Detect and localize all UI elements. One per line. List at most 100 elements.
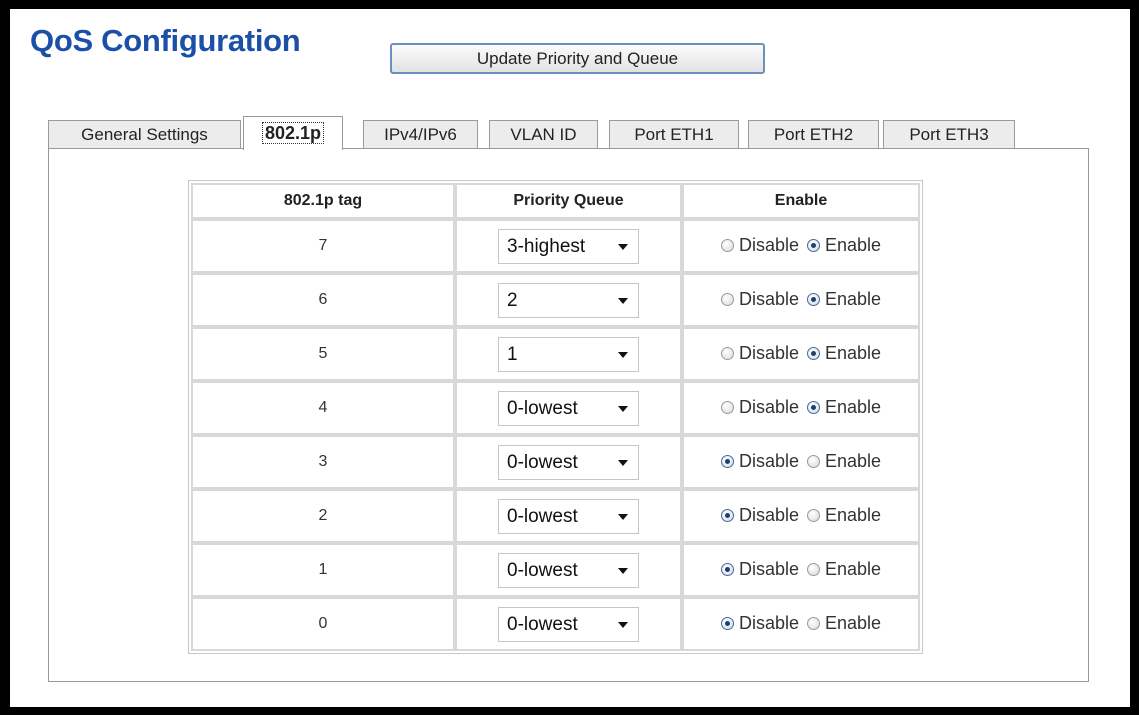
enable-radio[interactable] (806, 293, 820, 306)
enable-radio[interactable] (806, 347, 820, 360)
queue-cell: 3-highest (455, 219, 682, 273)
header-802-1p-tag: 802.1p tag (191, 183, 455, 219)
tag-cell: 5 (191, 327, 455, 381)
enable-cell: Disable Enable (682, 489, 920, 543)
header-priority-queue: Priority Queue (455, 183, 682, 219)
priority-queue-select[interactable]: 2 (498, 282, 639, 318)
disable-label: Disable (738, 235, 799, 255)
disable-label: Disable (738, 289, 799, 309)
priority-queue-select[interactable]: 0-lowest (498, 606, 639, 642)
disable-radio[interactable] (720, 617, 734, 630)
table-row: 7 3-highest Disable Enable (191, 219, 920, 273)
disable-label: Disable (738, 397, 799, 417)
enable-radio[interactable] (806, 455, 820, 468)
tab-label: Port ETH3 (909, 125, 989, 144)
enable-radio[interactable] (806, 239, 820, 252)
select-value: 0-lowest (507, 559, 578, 581)
enable-cell: Disable Enable (682, 327, 920, 381)
tab-label: IPv4/IPv6 (384, 125, 457, 144)
priority-queue-select[interactable]: 1 (498, 336, 639, 372)
disable-radio[interactable] (720, 239, 734, 252)
enable-label: Enable (824, 451, 882, 471)
enable-cell: Disable Enable (682, 543, 920, 597)
tag-cell: 0 (191, 597, 455, 651)
queue-cell: 0-lowest (455, 381, 682, 435)
disable-radio[interactable] (720, 347, 734, 360)
dropdown-arrow-icon (618, 243, 628, 250)
enable-radio[interactable] (806, 617, 820, 630)
tab-label: Port ETH2 (773, 125, 854, 144)
tab-label: VLAN ID (510, 125, 577, 144)
priority-queue-select[interactable]: 0-lowest (498, 552, 639, 588)
table-row: 1 0-lowest Disable Enable (191, 543, 920, 597)
table-row: 2 0-lowest Disable Enable (191, 489, 920, 543)
tab-vlan-id[interactable]: VLAN ID (489, 120, 598, 149)
disable-radio[interactable] (720, 293, 734, 306)
tab-general-settings[interactable]: General Settings (48, 120, 241, 149)
tag-cell: 7 (191, 219, 455, 273)
disable-radio[interactable] (720, 563, 734, 576)
dropdown-arrow-icon (618, 297, 628, 304)
dropdown-arrow-icon (618, 405, 628, 412)
disable-radio[interactable] (720, 401, 734, 414)
tab-port-eth3[interactable]: Port ETH3 (883, 120, 1015, 149)
disable-label: Disable (738, 505, 799, 525)
tag-cell: 6 (191, 273, 455, 327)
tag-cell: 2 (191, 489, 455, 543)
update-priority-queue-button[interactable]: Update Priority and Queue (390, 43, 765, 74)
queue-cell: 0-lowest (455, 435, 682, 489)
priority-queue-select[interactable]: 0-lowest (498, 444, 639, 480)
table-row: 4 0-lowest Disable Enable (191, 381, 920, 435)
dropdown-arrow-icon (618, 567, 628, 574)
priority-queue-select[interactable]: 0-lowest (498, 390, 639, 426)
disable-radio[interactable] (720, 509, 734, 522)
enable-label: Enable (824, 235, 882, 255)
queue-cell: 1 (455, 327, 682, 381)
queue-cell: 0-lowest (455, 597, 682, 651)
priority-queue-select[interactable]: 3-highest (498, 228, 639, 264)
tag-cell: 1 (191, 543, 455, 597)
tag-cell: 4 (191, 381, 455, 435)
enable-cell: Disable Enable (682, 435, 920, 489)
disable-label: Disable (738, 451, 799, 471)
enable-label: Enable (824, 559, 882, 579)
disable-radio[interactable] (720, 455, 734, 468)
priority-queue-select[interactable]: 0-lowest (498, 498, 639, 534)
page-title: QoS Configuration (30, 23, 301, 58)
enable-label: Enable (824, 613, 882, 633)
tab-ipv4-ipv6[interactable]: IPv4/IPv6 (363, 120, 478, 149)
select-value: 3-highest (507, 235, 586, 257)
queue-cell: 0-lowest (455, 489, 682, 543)
enable-label: Enable (824, 505, 882, 525)
enable-cell: Disable Enable (682, 219, 920, 273)
enable-radio[interactable] (806, 563, 820, 576)
tab-port-eth2[interactable]: Port ETH2 (748, 120, 879, 149)
priority-table: 802.1p tag Priority Queue Enable 7 3-hig… (188, 180, 923, 654)
enable-cell: Disable Enable (682, 597, 920, 651)
table-row: 0 0-lowest Disable Enable (191, 597, 920, 651)
table-row: 6 2 Disable Enable (191, 273, 920, 327)
dropdown-arrow-icon (618, 621, 628, 628)
enable-radio[interactable] (806, 401, 820, 414)
table-row: 3 0-lowest Disable Enable (191, 435, 920, 489)
header-enable: Enable (682, 183, 920, 219)
queue-cell: 0-lowest (455, 543, 682, 597)
enable-cell: Disable Enable (682, 381, 920, 435)
select-value: 2 (507, 289, 518, 311)
disable-label: Disable (738, 613, 799, 633)
tab-label: Port ETH1 (634, 125, 714, 144)
tab-port-eth1[interactable]: Port ETH1 (609, 120, 739, 149)
disable-label: Disable (738, 559, 799, 579)
enable-cell: Disable Enable (682, 273, 920, 327)
select-value: 0-lowest (507, 505, 578, 527)
dropdown-arrow-icon (618, 351, 628, 358)
select-value: 0-lowest (507, 397, 578, 419)
dropdown-arrow-icon (618, 513, 628, 520)
table-header-row: 802.1p tag Priority Queue Enable (191, 183, 920, 219)
select-value: 0-lowest (507, 613, 578, 635)
tab-802-1p[interactable]: 802.1p (243, 116, 343, 150)
enable-label: Enable (824, 397, 882, 417)
tab-label: 802.1p (261, 122, 325, 144)
enable-radio[interactable] (806, 509, 820, 522)
table-row: 5 1 Disable Enable (191, 327, 920, 381)
